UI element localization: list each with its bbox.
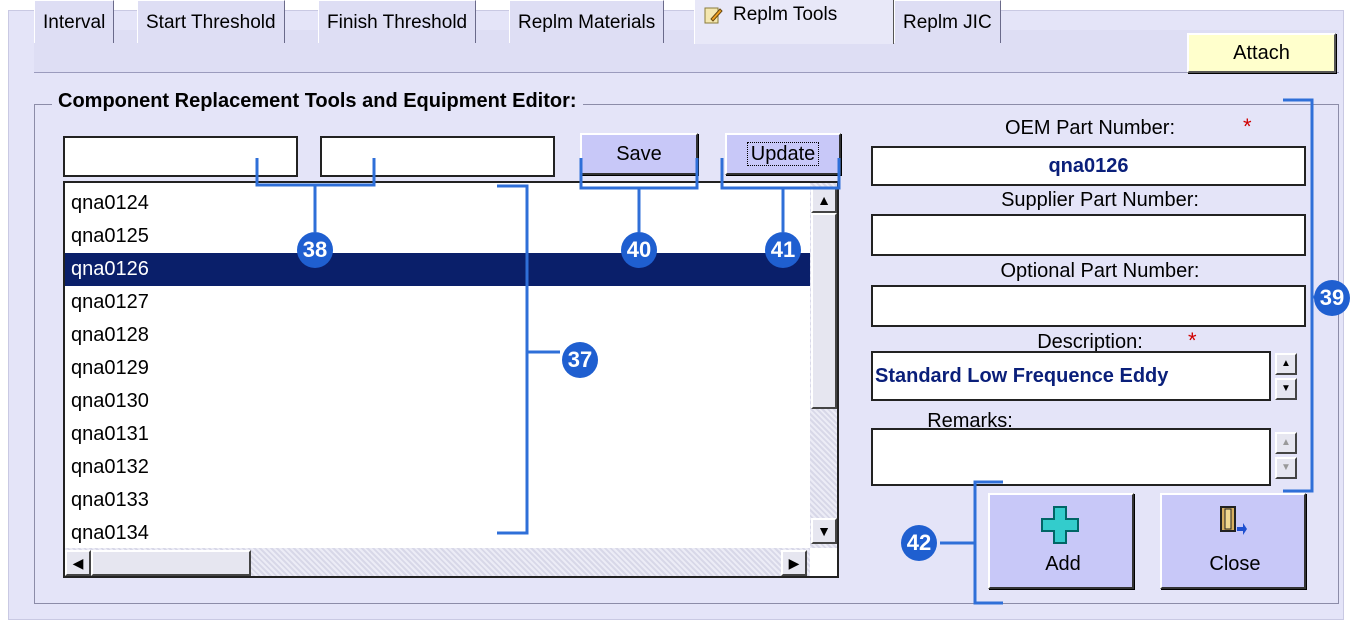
annotation-overlay bbox=[255, 98, 1330, 605]
callout-39: 39 bbox=[1314, 280, 1350, 316]
callout-37: 37 bbox=[562, 342, 598, 378]
callout-42: 42 bbox=[901, 525, 937, 561]
callout-40: 40 bbox=[621, 232, 657, 268]
callout-38: 38 bbox=[297, 232, 333, 268]
callout-41: 41 bbox=[765, 232, 801, 268]
